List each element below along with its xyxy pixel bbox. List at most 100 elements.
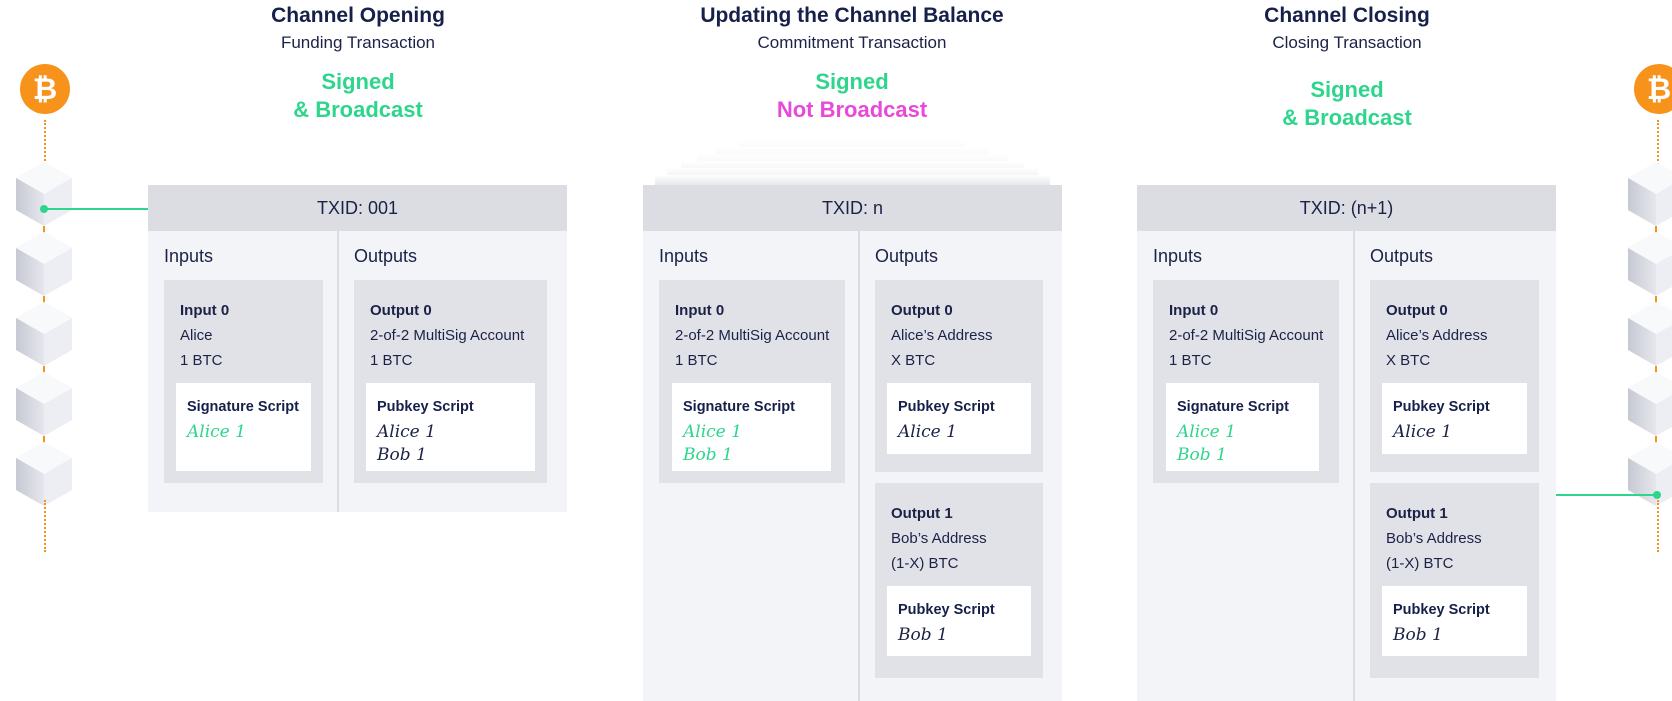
inputs-label: Inputs <box>1153 246 1203 266</box>
transaction-card: TXID: 001 Inputs Outputs Input 0 Alice 1… <box>148 185 567 512</box>
output-box: Output 1 Bob’s Address (1-X) BTC Pubkey … <box>1370 483 1539 678</box>
blockchain-block-icon <box>16 232 72 296</box>
pubkey-bob: Bob 1 <box>898 625 948 645</box>
blockchain-block-icon <box>16 372 72 436</box>
blockchain-block-icon <box>1628 162 1672 226</box>
closing-connector-line <box>1556 494 1656 496</box>
output-box: Output 1 Bob’s Address (1-X) BTC Pubkey … <box>875 483 1043 678</box>
script-title: Signature Script <box>187 399 299 415</box>
stage-title: Channel Opening <box>271 4 445 27</box>
stage-status-line2: & Broadcast <box>293 97 423 122</box>
column-divider <box>1353 231 1355 701</box>
output-name: Output 1 <box>1386 505 1448 522</box>
stage-title: Updating the Channel Balance <box>700 4 1004 27</box>
stage-title: Channel Closing <box>1264 4 1430 27</box>
signature-alice: Alice 1 <box>187 422 246 442</box>
output-destination: 2-of-2 MultiSig Account <box>370 327 525 344</box>
signature-script-box: Signature Script Alice 1 Bob 1 <box>1166 383 1319 471</box>
stage-status-line1: Signed <box>815 69 889 94</box>
outputs-label: Outputs <box>875 246 939 266</box>
txid-header: TXID: n <box>643 185 1062 231</box>
stage-status-line1: Signed <box>1310 77 1384 102</box>
input-name: Input 0 <box>675 302 725 319</box>
output-box: Output 0 2-of-2 MultiSig Account 1 BTC P… <box>354 280 547 483</box>
script-title: Pubkey Script <box>1393 602 1490 618</box>
output-name: Output 0 <box>891 302 953 319</box>
funding-connector-line <box>44 208 148 210</box>
blockchain-block-icon <box>1628 232 1672 296</box>
output-name: Output 0 <box>1386 302 1448 319</box>
signature-script-box: Signature Script Alice 1 Bob 1 <box>672 383 831 471</box>
output-name: Output 0 <box>370 302 432 319</box>
bitcoin-icon: ₿ <box>1634 64 1672 114</box>
stage-subtitle: Commitment Transaction <box>757 33 947 52</box>
script-title: Signature Script <box>1177 399 1289 415</box>
signature-script-box: Signature Script Alice 1 <box>176 383 311 471</box>
pubkey-bob: Bob 1 <box>1393 625 1443 645</box>
txid-header: TXID: 001 <box>148 185 567 231</box>
signature-alice: Alice 1 <box>683 422 742 442</box>
output-box: Output 0 Alice’s Address X BTC Pubkey Sc… <box>1370 280 1539 472</box>
transaction-card: TXID: (n+1) Inputs Outputs Input 0 2-of-… <box>1137 185 1556 701</box>
output-destination: Bob’s Address <box>1386 530 1482 547</box>
input-box: Input 0 2-of-2 MultiSig Account 1 BTC Si… <box>1153 280 1339 483</box>
chain-dotted-line <box>44 500 46 552</box>
pubkey-script-box: Pubkey Script Alice 1 <box>887 383 1031 454</box>
blockchain-block-icon <box>1628 302 1672 366</box>
output-amount: (1-X) BTC <box>891 555 959 572</box>
output-destination: Alice’s Address <box>1386 327 1488 344</box>
stage-subtitle: Closing Transaction <box>1272 33 1422 52</box>
pubkey-script-box: Pubkey Script Alice 1 Bob 1 <box>366 383 535 471</box>
output-amount: (1-X) BTC <box>1386 555 1454 572</box>
input-source: 2-of-2 MultiSig Account <box>675 327 830 344</box>
pubkey-script-box: Pubkey Script Bob 1 <box>1382 586 1527 656</box>
blockchain-block-icon <box>1628 372 1672 436</box>
stage-status-line2: & Broadcast <box>1282 105 1412 130</box>
pubkey-bob: Bob 1 <box>377 445 427 465</box>
stage-status-line2: Not Broadcast <box>776 97 928 122</box>
input-source: Alice <box>180 327 213 344</box>
signature-alice: Alice 1 <box>1177 422 1236 442</box>
input-amount: 1 BTC <box>1169 352 1212 369</box>
column-divider <box>858 231 860 701</box>
outputs-label: Outputs <box>354 246 418 266</box>
output-amount: 1 BTC <box>370 352 413 369</box>
output-amount: X BTC <box>891 352 936 369</box>
blockchain-block-icon <box>16 162 72 226</box>
script-title: Pubkey Script <box>898 602 995 618</box>
stage-status-line1: Signed <box>321 69 395 94</box>
input-box: Input 0 Alice 1 BTC Signature Script Ali… <box>164 280 323 483</box>
blockchain-blocks <box>16 162 72 506</box>
blockchain-blocks <box>1628 162 1672 506</box>
script-title: Signature Script <box>683 399 795 415</box>
inputs-label: Inputs <box>164 246 214 266</box>
input-name: Input 0 <box>180 302 230 319</box>
blockchain-block-icon <box>16 442 72 506</box>
chain-dotted-line <box>1657 500 1659 552</box>
pubkey-alice: Alice 1 <box>898 422 957 442</box>
column-divider <box>337 231 339 512</box>
txid-header: TXID: (n+1) <box>1137 185 1556 231</box>
outputs-label: Outputs <box>1370 246 1434 266</box>
signature-bob: Bob 1 <box>1177 445 1227 465</box>
pubkey-alice: Alice 1 <box>1393 422 1452 442</box>
pubkey-alice: Alice 1 <box>377 422 436 442</box>
script-title: Pubkey Script <box>377 399 474 415</box>
blockchain-block-icon <box>16 302 72 366</box>
script-title: Pubkey Script <box>898 399 995 415</box>
connector-dot <box>1653 491 1661 499</box>
blockchain-block-icon <box>1628 442 1672 506</box>
script-title: Pubkey Script <box>1393 399 1490 415</box>
input-name: Input 0 <box>1169 302 1219 319</box>
output-name: Output 1 <box>891 505 953 522</box>
input-amount: 1 BTC <box>675 352 718 369</box>
bitcoin-icon: ₿ <box>20 64 70 114</box>
inputs-label: Inputs <box>659 246 709 266</box>
pubkey-script-box: Pubkey Script Bob 1 <box>887 586 1031 656</box>
pubkey-script-box: Pubkey Script Alice 1 <box>1382 383 1527 454</box>
output-amount: X BTC <box>1386 352 1431 369</box>
input-amount: 1 BTC <box>180 352 223 369</box>
stage-subtitle: Funding Transaction <box>280 33 436 52</box>
transaction-card: TXID: n Inputs Outputs Input 0 2-of-2 Mu… <box>643 185 1062 701</box>
output-box: Output 0 Alice’s Address X BTC Pubkey Sc… <box>875 280 1043 472</box>
